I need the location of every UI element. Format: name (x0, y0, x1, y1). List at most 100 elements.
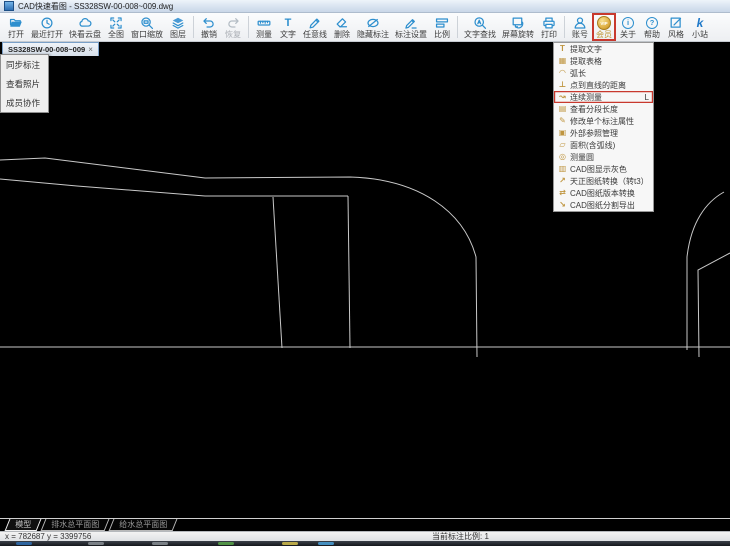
freeline-icon (308, 16, 322, 30)
toolbar-separator (564, 16, 565, 38)
layers-icon (171, 16, 185, 30)
vip-menu-item-1[interactable]: ▦提取表格 (554, 55, 653, 67)
toolbar-button-recent-open[interactable]: 最近打开 (29, 14, 65, 40)
context-menu-item-2[interactable]: 成员协作 (1, 93, 48, 112)
vip-menu-item-13[interactable]: ↘CAD图纸分割导出 (554, 199, 653, 211)
toolbar-button-measure[interactable]: 测量 (253, 14, 275, 40)
toolbar-button-open[interactable]: 打开 (5, 14, 27, 40)
extract-table-icon: ▦ (557, 56, 568, 66)
taskbar-icon-1 (88, 542, 104, 545)
undo-icon (202, 16, 216, 30)
toolbar-button-cloud-disk[interactable]: 快看云盘 (67, 14, 103, 40)
toolbar-button-style[interactable]: 风格 (665, 14, 687, 40)
text-icon: T (285, 16, 292, 30)
vip-menu-item-label: CAD图显示灰色 (570, 164, 627, 175)
context-menu-item-1[interactable]: 查看照片 (1, 74, 48, 93)
vip-menu-item-label: 提取表格 (570, 56, 602, 67)
toolbar-button-free-line[interactable]: 任意线 (301, 14, 329, 40)
title-bar: CAD快速看图 - SS328SW-00-008~009.dwg (0, 0, 730, 13)
app-icon (4, 1, 14, 11)
cursor-coordinates: x = 782687 y = 3399756 (5, 532, 91, 541)
toolbar-button-label: 快看云盘 (69, 30, 101, 39)
toolbar-button-full-view[interactable]: 全图 (105, 14, 127, 40)
context-menu-item-0[interactable]: 同步标注 (1, 55, 48, 74)
area-with-arc-icon: ▱ (557, 140, 568, 150)
toolbar-button-label: 撤销 (201, 30, 217, 39)
vip-menu-item-9[interactable]: ◎测量圆 (554, 151, 653, 163)
vip-menu-item-8[interactable]: ▱面积(含弧线) (554, 139, 653, 151)
folder-open-icon (9, 16, 23, 30)
screen-rotate-icon (511, 16, 525, 30)
sheet-tab-2[interactable]: 给水总平面图 (109, 519, 178, 531)
toolbar-button-label: 标注设置 (395, 30, 427, 39)
toolbar-button-print[interactable]: 打印 (538, 14, 560, 40)
annotation-context-menu: 同步标注查看照片成员协作 (0, 54, 49, 113)
toolbar-button-undo[interactable]: 撤销 (198, 14, 220, 40)
sheet-tab-label: 模型 (15, 519, 31, 530)
arc-length-icon: ◠ (557, 68, 568, 78)
cad-viewer-window: CAD快速看图 - SS328SW-00-008~009.dwg 打开最近打开快… (0, 0, 730, 546)
vip-menu-item-10[interactable]: ▥CAD图显示灰色 (554, 163, 653, 175)
toolbar-button-window-zoom[interactable]: 窗口缩放 (129, 14, 165, 40)
toolbar-button-help[interactable]: ?帮助 (641, 14, 663, 40)
toolbar-button-label: 文字 (280, 30, 296, 39)
vip-menu-item-label: 点到直线的距离 (570, 80, 626, 91)
eraser-icon (335, 16, 349, 30)
sheet-tab-1[interactable]: 排水总平面图 (41, 519, 110, 531)
toolbar-button-layers[interactable]: 图层 (167, 14, 189, 40)
toolbar-separator (457, 16, 458, 38)
toolbar-button-k-station[interactable]: k小站 (689, 14, 711, 40)
windows-taskbar-sliver[interactable] (0, 541, 730, 546)
toolbar-button-label: 任意线 (303, 30, 327, 39)
toolbar-button-label: 文字查找 (464, 30, 496, 39)
vip-icon: VIP (597, 16, 611, 30)
vip-menu-item-12[interactable]: ⇄CAD图纸版本转换 (554, 187, 653, 199)
sheet-tab-label: 排水总平面图 (51, 519, 99, 530)
extract-text-icon: T (557, 44, 568, 54)
close-tab-icon[interactable]: × (88, 46, 93, 54)
cloud-icon (78, 16, 92, 30)
cad-line-3 (348, 196, 350, 348)
vip-menu-item-label: 测量圆 (570, 152, 594, 163)
toolbar-button-screen-rotate[interactable]: 屏幕旋转 (500, 14, 536, 40)
toolbar-button-label: 隐藏标注 (357, 30, 389, 39)
toolbar-button-vip[interactable]: VIP会员 (593, 14, 615, 40)
toolbar-button-annotation-settings[interactable]: 标注设置 (393, 14, 429, 40)
vip-menu-item-label: 提取文字 (570, 44, 602, 55)
k-station-icon: k (697, 16, 704, 30)
toolbar-button-text-search[interactable]: 文字查找 (462, 14, 498, 40)
toolbar-button-redo[interactable]: 恢复 (222, 14, 244, 40)
vip-dropdown-menu: T提取文字▦提取表格◠弧长⊥点到直线的距离↝连续测量L▤查看分段长度✎修改单个标… (553, 42, 654, 212)
vip-menu-item-label: CAD图纸分割导出 (570, 200, 635, 211)
toolbar-button-hide-annotation[interactable]: 隐藏标注 (355, 14, 391, 40)
measure-icon (257, 16, 271, 30)
scale-icon (435, 16, 449, 30)
account-icon (573, 16, 587, 30)
taskbar-icon-0 (16, 542, 32, 545)
style-icon (669, 16, 683, 30)
vip-menu-item-5[interactable]: ▤查看分段长度 (554, 103, 653, 115)
toolbar-button-account[interactable]: 账号 (569, 14, 591, 40)
sheet-tab-0[interactable]: 模型 (5, 519, 42, 531)
vip-menu-item-7[interactable]: ▣外部参照管理 (554, 127, 653, 139)
vip-menu-item-11[interactable]: ↗天正图纸转换（转t3） (554, 175, 653, 187)
toolbar-button-label: 测量 (256, 30, 272, 39)
full-view-icon (109, 16, 123, 30)
print-icon (542, 16, 556, 30)
taskbar-icon-5 (318, 542, 334, 545)
toolbar-button-about[interactable]: i关于 (617, 14, 639, 40)
redo-icon (226, 16, 240, 30)
vip-menu-item-4[interactable]: ↝连续测量L (554, 91, 653, 103)
vip-menu-item-2[interactable]: ◠弧长 (554, 67, 653, 79)
toolbar-button-delete[interactable]: 删除 (331, 14, 353, 40)
vip-menu-item-label: 连续测量 (570, 92, 602, 103)
tianzheng-convert-icon: ↗ (557, 176, 568, 186)
cad-line-2 (273, 197, 282, 348)
toolbar-button-label: 比例 (434, 30, 450, 39)
cad-split-export-icon: ↘ (557, 200, 568, 210)
vip-menu-item-6[interactable]: ✎修改单个标注属性 (554, 115, 653, 127)
toolbar-button-scale[interactable]: 比例 (431, 14, 453, 40)
vip-menu-item-3[interactable]: ⊥点到直线的距离 (554, 79, 653, 91)
vip-menu-item-0[interactable]: T提取文字 (554, 43, 653, 55)
toolbar-button-text[interactable]: T文字 (277, 14, 299, 40)
